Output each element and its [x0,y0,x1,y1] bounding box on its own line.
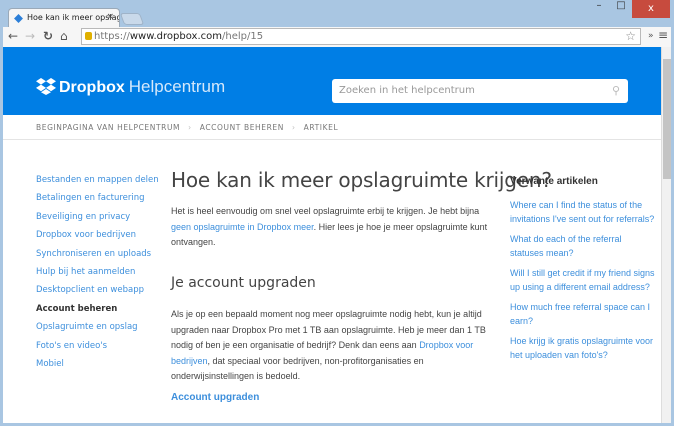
body-paragraph: Als je op een bepaald moment nog meer op… [171,309,486,381]
article: Hoe kan ik meer opslagruimte krijgen? He… [171,168,552,408]
sidebar-item[interactable]: Foto's en video's [36,341,159,359]
sidebar-item[interactable]: Hulp bij het aanmelden [36,267,159,285]
related-heading: Verwante artikelen [510,176,598,187]
minimize-button[interactable]: – [592,0,606,18]
dropbox-favicon-icon [14,14,23,23]
section-heading: Je account upgraden [171,275,316,291]
sidebar-item[interactable]: Desktopclient en webapp [36,285,159,303]
related-link[interactable]: What do each of the referral statuses me… [510,232,655,260]
site-header: Dropbox Helpcentrum Zoeken in het helpcen… [3,47,661,115]
dropbox-logo[interactable]: Dropbox Helpcentrum [36,77,225,97]
upgrade-account-link[interactable]: Account upgraden [171,392,491,403]
new-tab-button[interactable] [119,13,145,25]
address-bar[interactable]: https://www.dropbox.com/help/15 ☆ [81,28,641,45]
sidebar-item[interactable]: Mobiel [36,359,159,377]
dropbox-icon [36,78,56,95]
back-icon[interactable]: ← [8,29,18,43]
related-link[interactable]: Will I still get credit if my friend sig… [510,266,655,294]
vertical-scrollbar[interactable] [661,47,671,423]
close-window-button[interactable]: x [632,0,670,18]
sidebar-item[interactable]: Synchroniseren en uploads [36,249,159,267]
reload-icon[interactable]: ↻ [43,29,53,43]
web-page: Dropbox Helpcentrum Zoeken in het helpcen… [3,47,671,423]
menu-icon[interactable]: ≡ [658,28,668,42]
lock-icon [85,32,92,40]
browser-tab[interactable]: Hoe kan ik meer opslagru × [8,8,120,28]
breadcrumb-article: ARTIKEL [303,123,339,132]
sidebar-item[interactable]: Betalingen en facturering [36,193,159,211]
extensions-overflow-icon[interactable]: » [648,31,654,41]
chevron-right-icon: › [291,123,296,132]
tab-close-icon[interactable]: × [106,12,114,22]
related-link[interactable]: Hoe krijg ik gratis opslagruimte voor he… [510,334,655,362]
breadcrumb: BEGINPAGINA VAN HELPCENTRUM › ACCOUNT BEHE… [3,115,661,140]
home-icon[interactable]: ⌂ [60,29,68,43]
sidebar-item[interactable]: Opslagruimte en opslag [36,322,159,340]
page-title: Hoe kan ik meer opslagruimte krijgen? [171,168,552,192]
search-icon[interactable]: ⚲ [612,84,620,97]
sidebar-item-active[interactable]: Account beheren [36,304,159,322]
forward-icon[interactable]: → [25,29,35,43]
storage-full-link[interactable]: geen opslagruimte in Dropbox meer [171,222,314,232]
intro-paragraph: Het is heel eenvoudig om snel veel opsla… [171,206,488,247]
maximize-button[interactable]: □ [614,0,628,18]
browser-toolbar: ← → ↻ ⌂ https://www.dropbox.com/help/15 ☆… [3,27,671,47]
chevron-right-icon: › [188,123,192,132]
sidebar-nav: Bestanden en mappen delen Betalingen en … [36,175,159,377]
breadcrumb-home[interactable]: BEGINPAGINA VAN HELPCENTRUM [36,123,180,132]
bookmark-star-icon[interactable]: ☆ [625,29,636,43]
sidebar-item[interactable]: Dropbox voor bedrijven [36,230,159,248]
breadcrumb-account[interactable]: ACCOUNT BEHEREN [200,123,284,132]
sidebar-item[interactable]: Bestanden en mappen delen [36,175,159,193]
search-input[interactable]: Zoeken in het helpcentrum ⚲ [332,79,628,103]
related-link[interactable]: How much free referral space can I earn? [510,300,655,328]
related-link[interactable]: Where can I find the status of the invit… [510,198,655,226]
related-articles: Verwante artikelen Where can I find the … [510,176,655,368]
scrollbar-thumb[interactable] [663,59,671,179]
sidebar-item[interactable]: Beveiliging en privacy [36,212,159,230]
